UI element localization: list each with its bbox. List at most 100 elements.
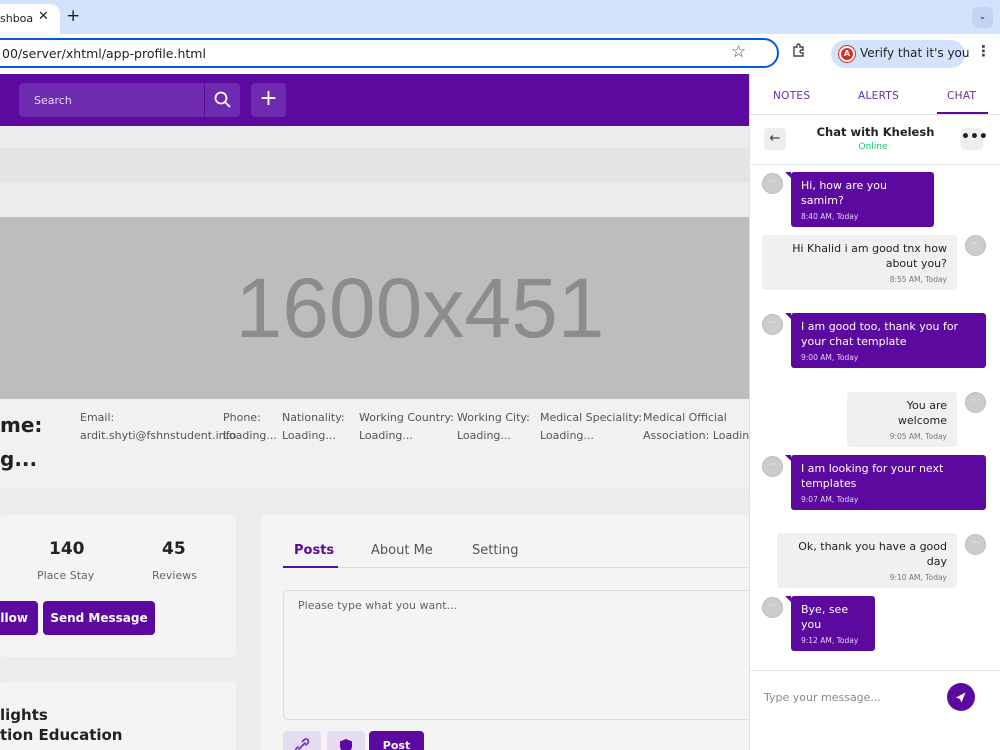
chat-message-outgoing: Bye, see you 9:12 AM, Today: [785, 596, 875, 651]
post-button[interactable]: Post: [369, 731, 424, 750]
chat-message-incoming: Hi Khalid i am good tnx how about you? 8…: [762, 235, 957, 290]
app-header: +: [0, 74, 749, 126]
medical-association-value: Association: Loading...: [643, 429, 749, 442]
message-text: Bye, see you: [801, 603, 849, 631]
message-time: 9:05 AM, Today: [889, 432, 947, 441]
message-time: 9:07 AM, Today: [801, 495, 859, 504]
profile-info-card: me: g... Email: ardit.shyti@fshnstudent.…: [0, 399, 749, 489]
message-text: Hi, how are you samim?: [801, 179, 888, 207]
active-chat-tab-indicator: [937, 112, 988, 114]
profile-avatar: A: [839, 46, 855, 62]
avatar: ···: [965, 392, 986, 413]
avatar: ···: [965, 235, 986, 256]
profile-name: me:: [0, 413, 43, 437]
phone-label: Phone:: [223, 411, 261, 424]
browser-tab[interactable]: shboard ✕: [0, 4, 60, 34]
message-time: 9:10 AM, Today: [889, 573, 947, 582]
tab-setting[interactable]: Setting: [472, 543, 519, 558]
avatar: ···: [965, 534, 986, 555]
working-country-value: Loading...: [359, 429, 413, 442]
highlights-subtitle: tion Education: [0, 726, 123, 744]
active-tab-indicator: [283, 566, 338, 568]
chat-more-icon[interactable]: •••: [961, 128, 988, 150]
url-text[interactable]: 00/server/xhtml/app-profile.html: [2, 46, 206, 61]
follow-button[interactable]: ollow: [0, 601, 38, 635]
tab-notes[interactable]: NOTES: [773, 90, 810, 102]
profile-name-value: g...: [0, 447, 38, 471]
verify-identity-button[interactable]: A Verify that it's you: [831, 40, 970, 68]
medical-speciality-label: Medical Speciality:: [540, 411, 643, 424]
avatar: ···: [762, 456, 783, 477]
send-message-button[interactable]: Send Message: [43, 601, 155, 635]
message-text: Hi Khalid i am good tnx how about you?: [792, 242, 947, 270]
chat-message-incoming: Ok, thank you have a good day 9:10 AM, T…: [777, 533, 957, 588]
stat-place-stay-label: Place Stay: [37, 569, 95, 582]
post-textarea[interactable]: [283, 590, 749, 720]
chat-header-divider: [750, 164, 1000, 165]
stat-place-stay-count: 140: [49, 539, 85, 559]
chat-message-outgoing: I am looking for your next templates 9:0…: [785, 455, 986, 510]
message-text: Ok, thank you have a good day: [798, 540, 947, 568]
browser-menu-icon[interactable]: ⋮: [976, 42, 991, 60]
tab-alerts[interactable]: ALERTS: [858, 90, 899, 102]
compose-divider: [750, 670, 1000, 671]
working-country-label: Working Country:: [359, 411, 454, 424]
send-icon: [956, 692, 966, 703]
message-time: 8:40 AM, Today: [801, 212, 859, 221]
chat-tabs-divider: [750, 114, 1000, 115]
chat-message-outgoing: I am good too, thank you for your chat t…: [785, 313, 986, 368]
new-tab-button[interactable]: +: [66, 6, 80, 26]
cover-placeholder-text: 1600x451: [235, 261, 605, 355]
message-text: I am good too, thank you for your chat t…: [801, 320, 959, 348]
tab-title: shboard: [0, 12, 34, 25]
star-icon[interactable]: ☆: [731, 42, 746, 62]
verify-text: Verify that it's you: [860, 46, 970, 60]
tab-chat[interactable]: CHAT: [947, 90, 976, 102]
working-city-label: Working City:: [457, 411, 530, 424]
link-icon: [294, 738, 310, 750]
message-time: 8:55 AM, Today: [889, 275, 947, 284]
message-time: 9:12 AM, Today: [801, 636, 859, 645]
stat-reviews-label: Reviews: [152, 569, 197, 582]
chat-message-outgoing: Hi, how are you samim? 8:40 AM, Today: [785, 172, 934, 227]
medical-speciality-value: Loading...: [540, 429, 594, 442]
cover-image: 1600x451: [0, 217, 749, 399]
stats-card: 140 Place Stay 45 Reviews ollow Send Mes…: [0, 515, 236, 657]
message-text: You are welcome: [897, 399, 947, 427]
tab-about-me[interactable]: About Me: [371, 543, 433, 558]
add-button[interactable]: +: [251, 83, 286, 117]
attach-settings-button[interactable]: [327, 731, 365, 750]
phone-value: Loading...: [223, 429, 277, 442]
medical-association-label: Medical Official: [643, 411, 727, 424]
working-city-value: Loading...: [457, 429, 511, 442]
nationality-value: Loading...: [282, 429, 336, 442]
puzzle-icon[interactable]: [791, 42, 807, 62]
tab-posts[interactable]: Posts: [294, 543, 334, 558]
tabs-divider: [283, 567, 749, 568]
highlights-title: lights: [0, 706, 48, 724]
highlights-card: lights tion Education: [0, 682, 236, 750]
search-icon: [214, 91, 231, 108]
avatar: ···: [762, 314, 783, 335]
page-content: + 1600x451 me: g... Email: ardit.shyti@f…: [0, 74, 749, 750]
nationality-label: Nationality:: [282, 411, 345, 424]
message-text: I am looking for your next templates: [801, 462, 944, 490]
posts-card: Posts About Me Setting Post: [261, 515, 749, 750]
breadcrumb-bar: [0, 148, 749, 182]
avatar: ···: [762, 597, 783, 618]
chat-message-incoming: You are welcome 9:05 AM, Today: [847, 392, 957, 447]
omnibox[interactable]: 00/server/xhtml/app-profile.html ☆: [0, 38, 779, 68]
stat-reviews-count: 45: [162, 539, 186, 559]
email-value: ardit.shyti@fshnstudent.info: [80, 429, 237, 442]
tab-search-button[interactable]: ⌄: [972, 7, 993, 28]
message-input[interactable]: [764, 682, 944, 712]
search-input[interactable]: [19, 83, 204, 117]
attach-link-button[interactable]: [283, 731, 321, 750]
search-button[interactable]: [204, 83, 240, 117]
chat-status: Online: [858, 142, 888, 152]
browser-tab-bar: shboard ✕ + ⌄: [0, 0, 1000, 34]
email-label: Email:: [80, 411, 115, 424]
shield-icon: [340, 739, 352, 750]
send-button[interactable]: [947, 683, 975, 711]
tab-close-icon[interactable]: ✕: [38, 9, 49, 24]
